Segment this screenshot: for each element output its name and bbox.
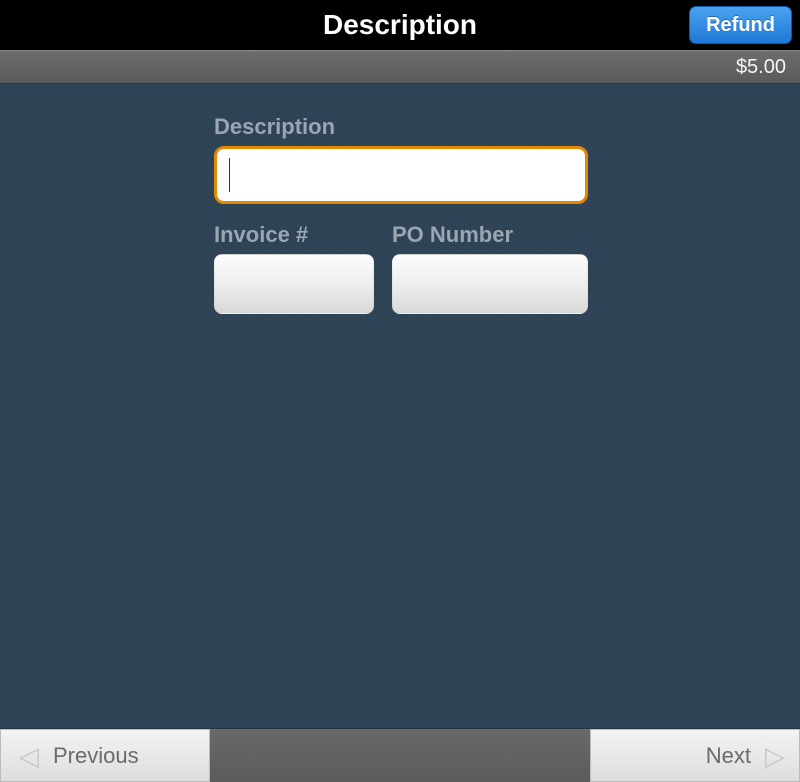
po-number-input[interactable]	[392, 254, 588, 314]
header-bar: Description Refund	[0, 0, 800, 50]
amount-bar: $5.00	[0, 50, 800, 84]
chevron-right-icon: ▷	[765, 743, 785, 769]
footer-nav: ◁ Previous Next ▷	[0, 728, 800, 782]
previous-label: Previous	[53, 743, 139, 769]
invoice-label: Invoice #	[214, 222, 374, 248]
invoice-input[interactable]	[214, 254, 374, 314]
previous-button[interactable]: ◁ Previous	[0, 729, 210, 782]
amount-value: $5.00	[736, 56, 786, 79]
next-label: Next	[706, 743, 751, 769]
footer-gap	[210, 729, 590, 782]
po-number-label: PO Number	[392, 222, 588, 248]
refund-button[interactable]: Refund	[689, 6, 792, 44]
description-input[interactable]	[230, 155, 575, 195]
page-title: Description	[323, 9, 477, 41]
next-button[interactable]: Next ▷	[590, 729, 800, 782]
content-area: Description Invoice # PO Number	[0, 84, 800, 728]
chevron-left-icon: ◁	[19, 743, 39, 769]
description-label: Description	[214, 114, 588, 140]
description-field-wrapper[interactable]	[214, 146, 588, 204]
